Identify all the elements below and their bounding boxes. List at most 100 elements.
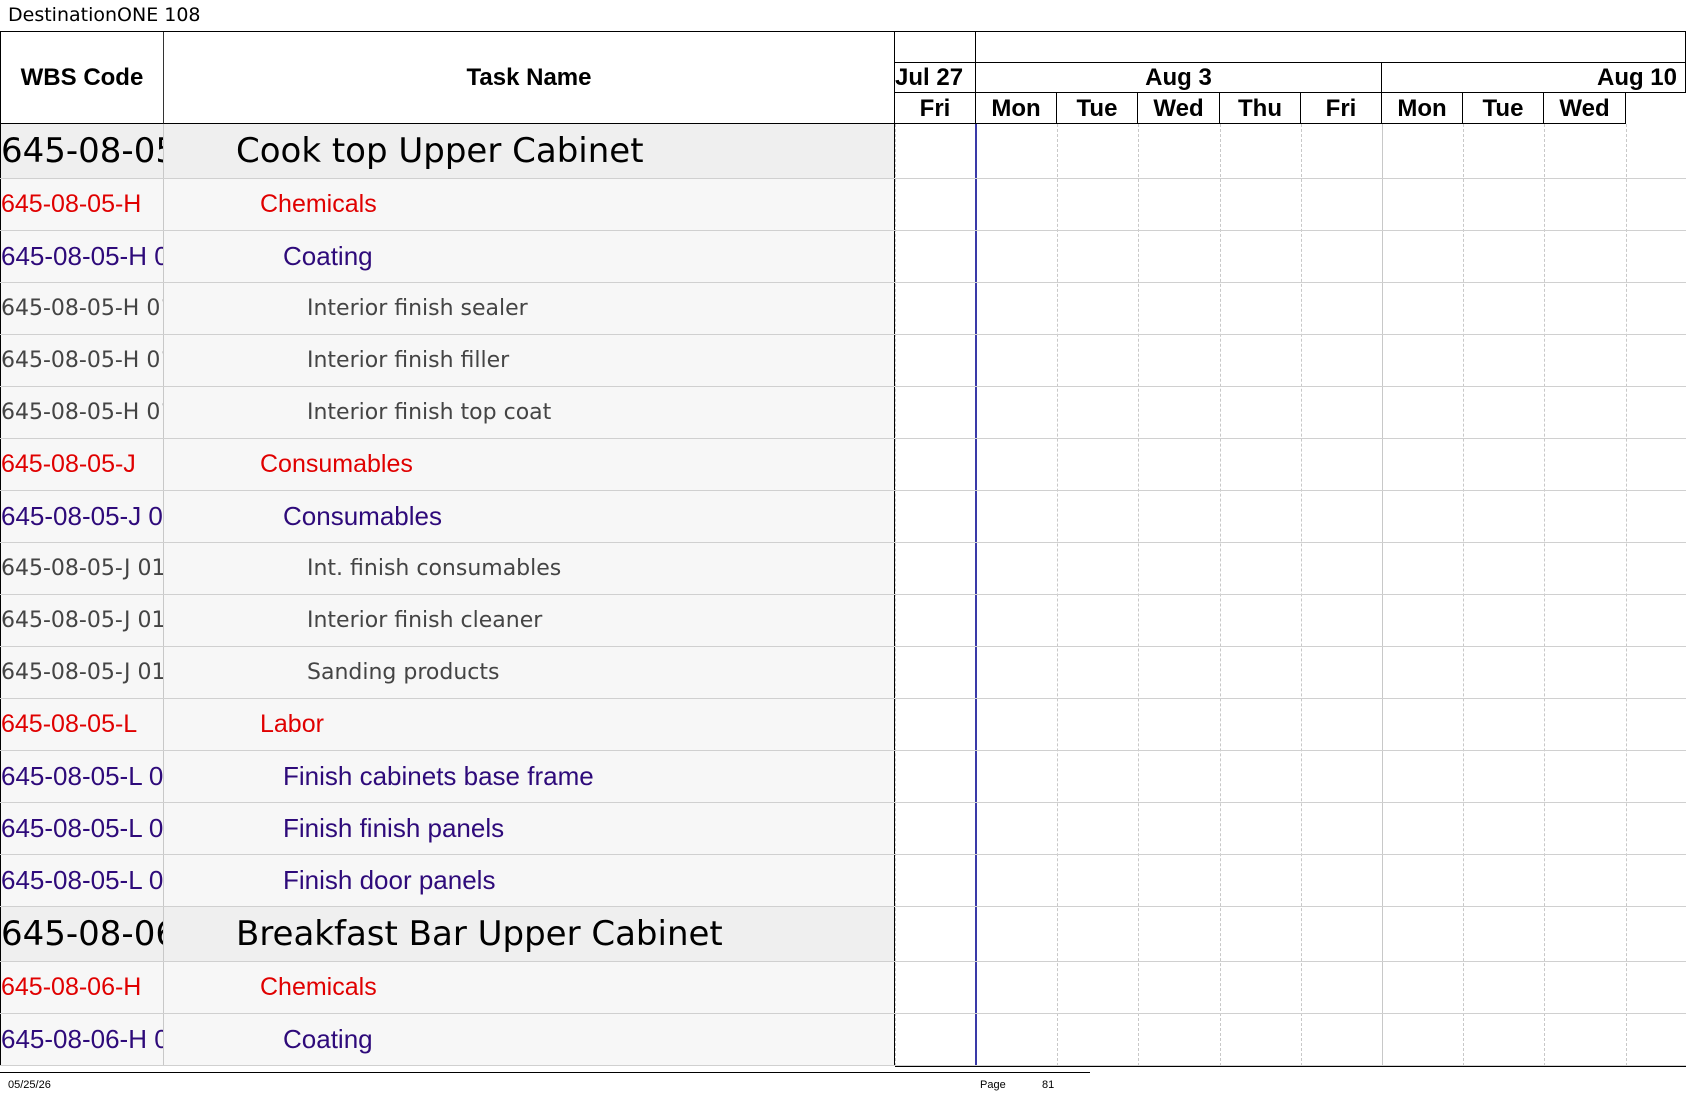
grid-row-line bbox=[895, 961, 1686, 962]
timescale-top-cell bbox=[895, 32, 976, 63]
wbs-code-cell: 645-08-05-L 01 bbox=[0, 803, 164, 854]
day-label: Thu bbox=[1220, 93, 1301, 124]
task-name-cell: Consumables bbox=[164, 439, 895, 490]
task-name-cell: Breakfast Bar Upper Cabinet bbox=[164, 907, 895, 961]
footer-divider bbox=[0, 1072, 1090, 1073]
footer-date: 05/25/26 bbox=[8, 1079, 51, 1091]
table-row[interactable]: 645-08-05-H 01 Interior finish top coat bbox=[0, 387, 895, 439]
grid-row-line bbox=[895, 1065, 1686, 1066]
table-row[interactable]: 645-08-05-J 01 Interior finish cleaner bbox=[0, 595, 895, 647]
day-label: Mon bbox=[976, 93, 1057, 124]
today-line bbox=[975, 124, 977, 1066]
grid-row-line bbox=[895, 802, 1686, 803]
grid-row-line bbox=[895, 438, 1686, 439]
wbs-code-cell: 645-08-05-H 01 bbox=[0, 283, 164, 334]
task-name-cell: Labor bbox=[164, 699, 895, 750]
task-name-cell: Coating bbox=[164, 231, 895, 282]
table-row[interactable]: 645-08-05-L Labor bbox=[0, 699, 895, 751]
week-label: Aug 3 bbox=[976, 63, 1382, 93]
table-row[interactable]: 645-08-05 Cook top Upper Cabinet bbox=[0, 124, 895, 179]
grid-row-line bbox=[895, 282, 1686, 283]
wbs-code-cell: 645-08-05-H 01 bbox=[0, 387, 164, 438]
task-name-cell: Consumables bbox=[164, 491, 895, 542]
grid-row-line bbox=[895, 230, 1686, 231]
wbs-code-cell: 645-08-05-L 01 bbox=[0, 751, 164, 802]
task-rows: 645-08-05 Cook top Upper Cabinet 645-08-05… bbox=[0, 124, 895, 1066]
day-label: Wed bbox=[1138, 93, 1220, 124]
table-row[interactable]: 645-08-05-J Consumables bbox=[0, 439, 895, 491]
wbs-code-cell: 645-08-05-J 01 bbox=[0, 491, 164, 542]
table-row[interactable]: 645-08-05-H 01 Interior finish sealer bbox=[0, 283, 895, 335]
document-title: DestinationONE 108 bbox=[8, 4, 201, 26]
table-row[interactable]: 645-08-05-J 01 Consumables bbox=[0, 491, 895, 543]
table-row[interactable]: 645-08-05-L 01 Finish finish panels bbox=[0, 803, 895, 855]
wbs-code-cell: 645-08-05-H bbox=[0, 179, 164, 230]
grid-line bbox=[1463, 124, 1464, 1066]
grid-row-line bbox=[895, 906, 1686, 907]
table-row[interactable]: 645-08-05-H 01Coating bbox=[0, 231, 895, 283]
task-name-cell: Int. finish consumables bbox=[164, 543, 895, 594]
wbs-code-cell: 645-08-06 bbox=[0, 907, 164, 961]
wbs-code-cell: 645-08-05-J bbox=[0, 439, 164, 490]
table-row[interactable]: 645-08-06-H Chemicals bbox=[0, 962, 895, 1014]
grid-line bbox=[1382, 124, 1383, 1066]
footer-page-number: 81 bbox=[1042, 1079, 1055, 1091]
task-name-cell: Sanding products bbox=[164, 647, 895, 698]
task-name-cell: Interior finish cleaner bbox=[164, 595, 895, 646]
task-name-cell: Interior finish sealer bbox=[164, 283, 895, 334]
grid-row-line bbox=[895, 646, 1686, 647]
grid-row-line bbox=[895, 854, 1686, 855]
task-name-cell: Finish cabinets base frame bbox=[164, 751, 895, 802]
task-name-cell: Coating bbox=[164, 1014, 895, 1065]
grid-line bbox=[1301, 124, 1302, 1066]
grid-line bbox=[895, 124, 896, 1066]
week-label: Aug 10 bbox=[1382, 63, 1686, 93]
grid-row-line bbox=[895, 386, 1686, 387]
column-header-task[interactable]: Task Name bbox=[164, 32, 895, 124]
week-label: Jul 27 bbox=[895, 63, 976, 93]
grid-row-line bbox=[895, 594, 1686, 595]
task-name-cell: Chemicals bbox=[164, 962, 895, 1013]
grid-line bbox=[1544, 124, 1545, 1066]
day-label: Tue bbox=[1057, 93, 1138, 124]
day-label: Fri bbox=[1301, 93, 1382, 124]
wbs-code-cell: 645-08-06-H 01 bbox=[0, 1014, 164, 1065]
column-header-wbs[interactable]: WBS Code bbox=[0, 32, 164, 124]
wbs-code-cell: 645-08-05-L 01 bbox=[0, 855, 164, 906]
table-row[interactable]: 645-08-05-H 01 Interior finish filler bbox=[0, 335, 895, 387]
day-label: Wed bbox=[1544, 93, 1626, 124]
table-row[interactable]: 645-08-05-H Chemicals bbox=[0, 179, 895, 231]
grid-line bbox=[1057, 124, 1058, 1066]
wbs-code-cell: 645-08-05-L bbox=[0, 699, 164, 750]
wbs-code-cell: 645-08-05-H 01 bbox=[0, 335, 164, 386]
gantt-chart-area[interactable] bbox=[895, 124, 1686, 1067]
grid-line bbox=[1138, 124, 1139, 1066]
task-name-cell: Cook top Upper Cabinet bbox=[164, 124, 895, 178]
table-row[interactable]: 645-08-05-J 01 Sanding products bbox=[0, 647, 895, 699]
table-row[interactable]: 645-08-06-H 01Coating bbox=[0, 1014, 895, 1066]
task-name-cell: Finish finish panels bbox=[164, 803, 895, 854]
task-name-cell: Interior finish top coat bbox=[164, 387, 895, 438]
grid-row-line bbox=[895, 178, 1686, 179]
grid-row-line bbox=[895, 750, 1686, 751]
day-label: Mon bbox=[1382, 93, 1463, 124]
table-row[interactable]: 645-08-06 Breakfast Bar Upper Cabinet bbox=[0, 907, 895, 962]
day-label: Tue bbox=[1463, 93, 1544, 124]
grid-row-line bbox=[895, 334, 1686, 335]
grid-row-line bbox=[895, 698, 1686, 699]
task-name-cell: Finish door panels bbox=[164, 855, 895, 906]
grid-line bbox=[1626, 124, 1627, 1066]
table-row[interactable]: 645-08-05-L 01 Finish door panels bbox=[0, 855, 895, 907]
table-row[interactable]: 645-08-05-L 01 Finish cabinets base frame bbox=[0, 751, 895, 803]
timescale-top-cell bbox=[976, 32, 1686, 63]
grid-row-line bbox=[895, 542, 1686, 543]
wbs-code-cell: 645-08-06-H bbox=[0, 962, 164, 1013]
grid-line bbox=[1220, 124, 1221, 1066]
table-row[interactable]: 645-08-05-J 01 Int. finish consumables bbox=[0, 543, 895, 595]
grid-row-line bbox=[895, 1013, 1686, 1014]
wbs-code-cell: 645-08-05 bbox=[0, 124, 164, 178]
gantt-table: WBS Code Task Name Jul 27 Aug 3 Aug 10 F… bbox=[0, 31, 1686, 1067]
grid-row-line bbox=[895, 490, 1686, 491]
wbs-code-cell: 645-08-05-H 01 bbox=[0, 231, 164, 282]
timescale-header: Jul 27 Aug 3 Aug 10 Fri Mon Tue Wed Thu … bbox=[895, 32, 1686, 124]
